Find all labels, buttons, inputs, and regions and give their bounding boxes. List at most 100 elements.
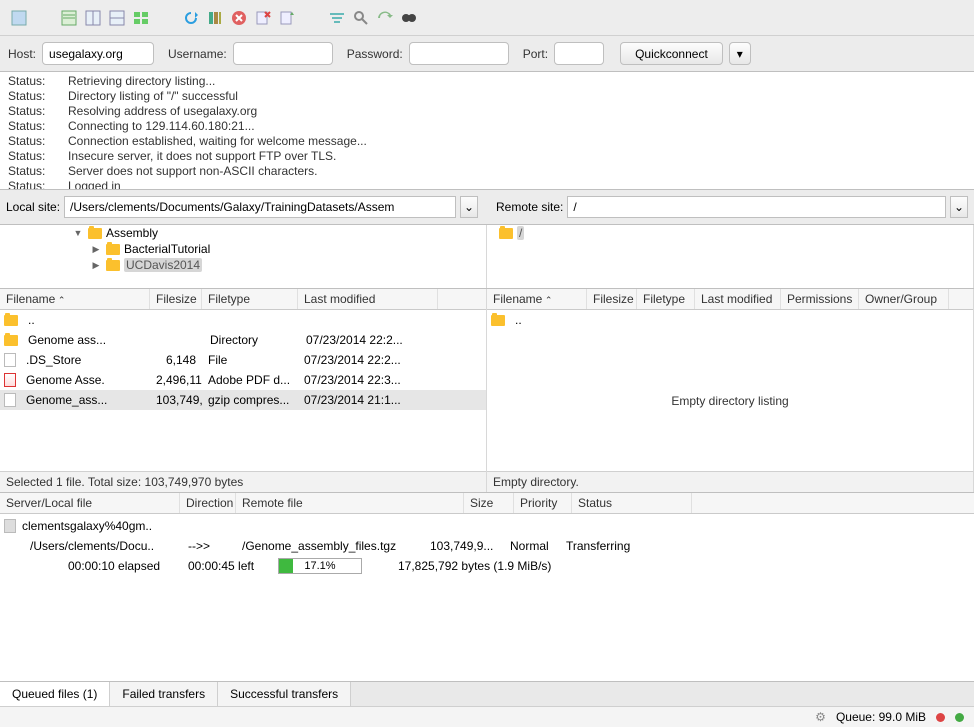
tab-failed-transfers[interactable]: Failed transfers bbox=[110, 682, 218, 706]
username-input[interactable] bbox=[233, 42, 333, 65]
column-header[interactable]: Server/Local file bbox=[0, 493, 180, 513]
main-toolbar bbox=[0, 0, 974, 36]
column-header[interactable]: Filename bbox=[0, 289, 150, 309]
transfer-queue[interactable]: clementsgalaxy%40gm.. /Users/clements/Do… bbox=[0, 514, 974, 681]
reconnect-icon[interactable] bbox=[276, 7, 298, 29]
quickconnect-bar: Host: Username: Password: Port: Quickcon… bbox=[0, 36, 974, 72]
compare-icon[interactable] bbox=[350, 7, 372, 29]
status-bar: ⚙ Queue: 99.0 MiB bbox=[0, 706, 974, 727]
activity-indicator-red bbox=[936, 713, 945, 722]
queue-size-label: Queue: 99.0 MiB bbox=[836, 710, 926, 724]
local-tree[interactable]: ▼Assembly▶BacterialTutorial▶UCDavis2014 bbox=[0, 225, 487, 288]
disconnect-icon[interactable] bbox=[252, 7, 274, 29]
column-header[interactable]: Direction bbox=[180, 493, 236, 513]
log-line: Status:Server does not support non-ASCII… bbox=[8, 164, 966, 179]
queue-server: clementsgalaxy%40gm.. bbox=[22, 519, 152, 533]
queue-progress-percent: 17.1% bbox=[279, 560, 361, 572]
queue-priority: Normal bbox=[504, 538, 560, 554]
log-line: Status:Connecting to 129.114.60.180:21..… bbox=[8, 119, 966, 134]
queue-progress-bar: 17.1% bbox=[278, 558, 362, 574]
column-header[interactable]: Last modified bbox=[298, 289, 438, 309]
queue-status: Transferring bbox=[560, 538, 636, 554]
tab-successful-transfers[interactable]: Successful transfers bbox=[218, 682, 351, 706]
queue-size: 103,749,9... bbox=[424, 538, 504, 554]
local-selection-status: Selected 1 file. Total size: 103,749,970… bbox=[0, 471, 486, 492]
host-input[interactable] bbox=[42, 42, 154, 65]
queue-elapsed: 00:00:10 elapsed bbox=[62, 558, 182, 574]
toggle-remote-icon[interactable] bbox=[130, 7, 152, 29]
table-row[interactable]: .DS_Store6,148File07/23/2014 22:2... bbox=[0, 350, 486, 370]
queue-remote-file: /Genome_assembly_files.tgz bbox=[236, 538, 424, 554]
column-header[interactable]: Remote file bbox=[236, 493, 464, 513]
table-row[interactable]: .. bbox=[0, 310, 486, 330]
column-header[interactable]: Last modified bbox=[695, 289, 781, 309]
toggle-queue-icon[interactable] bbox=[106, 7, 128, 29]
local-file-list: FilenameFilesizeFiletypeLast modified ..… bbox=[0, 289, 487, 492]
remote-site-input[interactable] bbox=[567, 196, 946, 218]
directory-tree-row: ▼Assembly▶BacterialTutorial▶UCDavis2014 … bbox=[0, 225, 974, 289]
site-manager-icon[interactable] bbox=[8, 7, 30, 29]
log-line: Status:Retrieving directory listing... bbox=[8, 74, 966, 89]
remote-rows[interactable]: .. Empty directory listing bbox=[487, 310, 973, 471]
tab-queued-files[interactable]: Queued files (1) bbox=[0, 682, 110, 706]
log-line: Status:Directory listing of "/" successf… bbox=[8, 89, 966, 104]
queue-tabs: Queued files (1) Failed transfers Succes… bbox=[0, 681, 974, 706]
encryption-icon: ⚙ bbox=[815, 710, 826, 724]
table-row[interactable]: .. bbox=[487, 310, 973, 330]
activity-indicator-green bbox=[955, 713, 964, 722]
queue-server-row[interactable]: clementsgalaxy%40gm.. bbox=[4, 516, 970, 536]
log-line: Status:Resolving address of usegalaxy.or… bbox=[8, 104, 966, 119]
local-site-input[interactable] bbox=[64, 196, 456, 218]
remote-file-list: FilenameFilesizeFiletypeLast modifiedPer… bbox=[487, 289, 974, 492]
column-header[interactable]: Owner/Group bbox=[859, 289, 949, 309]
column-header[interactable]: Filetype bbox=[637, 289, 695, 309]
refresh-icon[interactable] bbox=[180, 7, 202, 29]
tree-item[interactable]: / bbox=[487, 225, 973, 241]
local-rows[interactable]: ..Genome ass...Directory07/23/2014 22:2.… bbox=[0, 310, 486, 471]
tree-item[interactable]: ▼Assembly bbox=[0, 225, 486, 241]
remote-tree[interactable]: / bbox=[487, 225, 974, 288]
queue-item-row[interactable]: /Users/clements/Docu.. -->> /Genome_asse… bbox=[4, 536, 970, 556]
column-header[interactable]: Priority bbox=[514, 493, 572, 513]
quickconnect-button[interactable]: Quickconnect bbox=[620, 42, 723, 65]
local-site-label: Local site: bbox=[6, 200, 60, 214]
column-header[interactable]: Size bbox=[464, 493, 514, 513]
queue-local-file: /Users/clements/Docu.. bbox=[24, 538, 182, 554]
password-input[interactable] bbox=[409, 42, 509, 65]
password-label: Password: bbox=[347, 47, 403, 61]
queue-progress-row: 00:00:10 elapsed 00:00:45 left 17.1% 17,… bbox=[4, 556, 970, 576]
table-row[interactable]: Genome Asse.2,496,114Adobe PDF d...07/23… bbox=[0, 370, 486, 390]
toggle-log-icon[interactable] bbox=[58, 7, 80, 29]
filter-icon[interactable] bbox=[326, 7, 348, 29]
message-log[interactable]: Status:Retrieving directory listing...St… bbox=[0, 72, 974, 190]
log-line: Status:Connection established, waiting f… bbox=[8, 134, 966, 149]
cancel-icon[interactable] bbox=[228, 7, 250, 29]
remote-site-dropdown[interactable]: ⌄ bbox=[950, 196, 968, 218]
sync-icon[interactable] bbox=[374, 7, 396, 29]
parent-dir[interactable]: .. bbox=[509, 312, 528, 328]
table-row[interactable]: Genome ass...Directory07/23/2014 22:2... bbox=[0, 330, 486, 350]
column-header[interactable]: Filename bbox=[487, 289, 587, 309]
quickconnect-history-button[interactable]: ▾ bbox=[729, 42, 751, 65]
queue-bytes: 17,825,792 bytes (1.9 MiB/s) bbox=[392, 558, 557, 574]
toggle-tree-icon[interactable] bbox=[82, 7, 104, 29]
column-header[interactable]: Status bbox=[572, 493, 692, 513]
port-input[interactable] bbox=[554, 42, 604, 65]
queue-header: Server/Local fileDirectionRemote fileSiz… bbox=[0, 493, 974, 514]
column-header[interactable]: Filesize bbox=[587, 289, 637, 309]
column-header[interactable]: Filesize bbox=[150, 289, 202, 309]
log-line: Status:Logged in bbox=[8, 179, 966, 190]
tree-item[interactable]: ▶UCDavis2014 bbox=[0, 257, 486, 273]
host-label: Host: bbox=[8, 47, 36, 61]
site-path-row: Local site: ⌄ Remote site: ⌄ bbox=[0, 190, 974, 225]
column-header[interactable]: Permissions bbox=[781, 289, 859, 309]
log-line: Status:Insecure server, it does not supp… bbox=[8, 149, 966, 164]
local-site-dropdown[interactable]: ⌄ bbox=[460, 196, 478, 218]
table-row[interactable]: Genome_ass...103,749,9...gzip compres...… bbox=[0, 390, 486, 410]
column-header[interactable]: Filetype bbox=[202, 289, 298, 309]
queue-direction: -->> bbox=[182, 538, 236, 554]
tree-item[interactable]: ▶BacterialTutorial bbox=[0, 241, 486, 257]
search-remote-icon[interactable] bbox=[398, 7, 420, 29]
username-label: Username: bbox=[168, 47, 227, 61]
process-queue-icon[interactable] bbox=[204, 7, 226, 29]
